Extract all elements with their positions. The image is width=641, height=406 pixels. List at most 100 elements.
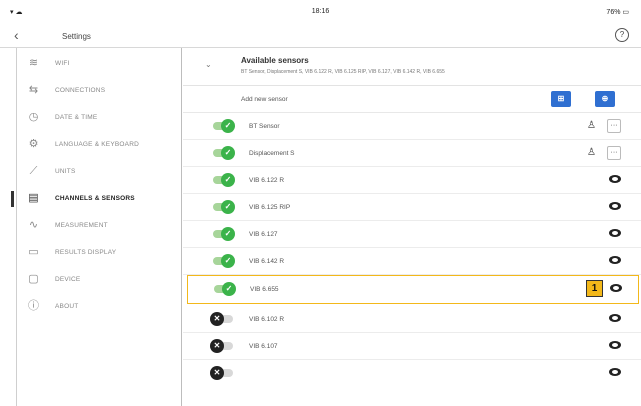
sensor-row[interactable]: ✓ VIB 6.125 RIP	[183, 194, 641, 221]
check-icon: ✓	[221, 200, 235, 214]
sensor-name: Displacement S	[249, 150, 295, 157]
sidebar-item-measurement[interactable]: ∿ MEASUREMENT	[17, 216, 183, 236]
sidebar-item-label: DATE & TIME	[55, 114, 98, 121]
clock: 18:16	[311, 8, 330, 15]
sidebar-item-date-time[interactable]: ◷ DATE & TIME	[17, 108, 183, 128]
clock-icon: ◷	[28, 111, 39, 123]
user-sensor-icon[interactable]: ♙	[587, 120, 596, 131]
title-bar: ‹ Settings ?	[0, 24, 641, 48]
sensor-name: BT Sensor	[249, 123, 280, 130]
sidebar-item-wifi[interactable]: ≋ WIFI	[17, 54, 183, 74]
chevron-down-icon[interactable]: ⌄	[205, 60, 212, 69]
sensor-name: VIB 6.125 RIP	[249, 204, 291, 211]
close-icon: ✕	[210, 366, 224, 380]
measurement-icon: ∿	[28, 219, 39, 231]
sidebar-item-label: LANGUAGE & KEYBOARD	[55, 141, 139, 148]
check-icon: ✓	[221, 119, 235, 133]
sensor-name: VIB 6.102 R	[249, 316, 285, 323]
wifi-icon: ≋	[28, 57, 39, 69]
sensor-name: VIB 6.142 R	[249, 258, 285, 265]
view-icon[interactable]	[609, 368, 621, 376]
view-icon[interactable]	[609, 341, 621, 349]
help-icon[interactable]: ?	[615, 28, 629, 42]
panel-subtitle: BT Sensor, Displacement S, VIB 6.122 R, …	[241, 69, 445, 75]
add-sensor-label: Add new sensor	[241, 96, 288, 103]
sensor-toggle[interactable]: ✕	[210, 339, 233, 353]
sidebar-item-units[interactable]: ⟋ UNITS	[17, 162, 183, 182]
sidebar-item-label: CHANNELS & SENSORS	[55, 195, 135, 202]
view-icon[interactable]	[609, 256, 621, 264]
view-icon[interactable]	[610, 284, 622, 292]
sidebar-item-connections[interactable]: ⇆ CONNECTIONS	[17, 81, 183, 101]
sidebar-item-label: CONNECTIONS	[55, 87, 106, 94]
sidebar-item-channels-sensors[interactable]: ▤ CHANNELS & SENSORS	[11, 189, 183, 209]
check-icon: ✓	[221, 173, 235, 187]
sensor-row[interactable]: ✓ VIB 6.122 R	[183, 167, 641, 194]
view-icon[interactable]	[609, 175, 621, 183]
sensor-toggle[interactable]: ✓	[213, 200, 235, 214]
sensor-name: VIB 6.127	[249, 231, 278, 238]
view-icon[interactable]	[609, 202, 621, 210]
ruler-icon: ⟋	[29, 165, 38, 177]
connections-icon: ⇆	[28, 84, 39, 96]
battery-indicator: 76% ▭	[606, 9, 629, 16]
sensor-row-partial[interactable]: ✕	[183, 360, 641, 387]
sensors-panel: ⌄ Available sensors BT Sensor, Displacem…	[183, 48, 641, 406]
sensor-toggle[interactable]: ✓	[213, 227, 235, 241]
view-icon[interactable]	[609, 229, 621, 237]
user-sensor-icon[interactable]: ♙	[587, 147, 596, 158]
more-options-button[interactable]: ···	[607, 119, 621, 133]
sensor-name: VIB 6.122 R	[249, 177, 285, 184]
sidebar-item-language-keyboard[interactable]: ⚙ LANGUAGE & KEYBOARD	[17, 135, 183, 155]
sidebar-item-about[interactable]: ⓘ ABOUT	[17, 297, 183, 317]
available-sensors-header[interactable]: ⌄ Available sensors BT Sensor, Displacem…	[183, 48, 641, 86]
sensor-name: VIB 6.655	[250, 286, 279, 293]
sensor-row[interactable]: ✕ VIB 6.102 R	[183, 306, 641, 333]
sidebar-item-label: MEASUREMENT	[55, 222, 108, 229]
sensor-name: VIB 6.107	[249, 343, 278, 350]
close-icon: ✕	[210, 339, 224, 353]
callout-badge: 1	[586, 280, 603, 297]
sensor-icon: ▤	[28, 192, 39, 204]
sensor-toggle[interactable]: ✕	[210, 312, 233, 326]
panel-title: Available sensors	[241, 56, 309, 65]
results-display-icon: ▭	[28, 246, 39, 258]
add-sensor-row: Add new sensor ⊞ ⊕	[183, 86, 641, 113]
sensor-toggle[interactable]: ✓	[213, 254, 235, 268]
sensor-row[interactable]: ✓ VIB 6.142 R	[183, 248, 641, 275]
check-icon: ✓	[221, 227, 235, 241]
sensor-row-highlighted[interactable]: ✓ VIB 6.655 1	[187, 275, 639, 304]
sensor-toggle[interactable]: ✕	[210, 366, 233, 380]
sensor-toggle[interactable]: ✓	[213, 146, 235, 160]
sensor-row[interactable]: ✕ VIB 6.107	[183, 333, 641, 360]
sidebar-item-label: RESULTS DISPLAY	[55, 249, 117, 256]
sidebar-item-label: DEVICE	[55, 276, 81, 283]
view-icon[interactable]	[609, 314, 621, 322]
check-icon: ✓	[221, 146, 235, 160]
check-icon: ✓	[221, 254, 235, 268]
info-icon: ⓘ	[28, 300, 39, 312]
add-wireless-sensor-button[interactable]: ⊞	[551, 91, 571, 107]
sidebar-item-label: UNITS	[55, 168, 76, 175]
page-title: Settings	[62, 32, 91, 41]
close-icon: ✕	[210, 312, 224, 326]
sidebar-item-results-display[interactable]: ▭ RESULTS DISPLAY	[17, 243, 183, 263]
battery-percent: 76%	[606, 9, 621, 16]
status-bar: ▾ ☁ 18:16 76% ▭	[0, 0, 641, 24]
check-icon: ✓	[222, 282, 236, 296]
sensor-row[interactable]: ✓ BT Sensor ♙ ···	[183, 113, 641, 140]
sensor-row[interactable]: ✓ VIB 6.127	[183, 221, 641, 248]
settings-sidebar: ≋ WIFI ⇆ CONNECTIONS ◷ DATE & TIME ⚙ LAN…	[11, 48, 183, 406]
back-button[interactable]: ‹	[14, 27, 19, 43]
more-options-button[interactable]: ···	[607, 146, 621, 160]
sidebar-item-device[interactable]: ▢ DEVICE	[17, 270, 183, 290]
sidebar-item-label: ABOUT	[55, 303, 79, 310]
sensor-toggle[interactable]: ✓	[213, 119, 235, 133]
device-icon: ▢	[28, 273, 39, 285]
sensor-toggle[interactable]: ✓	[213, 173, 235, 187]
sensor-row[interactable]: ✓ Displacement S ♙ ···	[183, 140, 641, 167]
language-icon: ⚙	[28, 138, 39, 150]
add-sensor-button[interactable]: ⊕	[595, 91, 615, 107]
sidebar-item-label: WIFI	[55, 60, 70, 67]
sensor-toggle[interactable]: ✓	[214, 282, 236, 296]
